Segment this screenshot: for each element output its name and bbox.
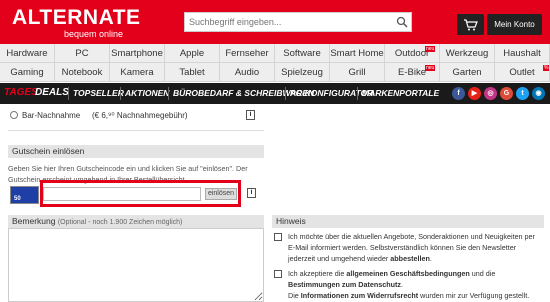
deals-separator: [357, 87, 358, 100]
deals-link-3[interactable]: PC-KONFIGURATOR: [290, 88, 373, 98]
deals-link-0[interactable]: TOPSELLER: [73, 88, 124, 98]
newsletter-text-post: .: [429, 254, 432, 263]
deals-bar: TAGES DEALS TOPSELLER AKTIONEN BÜROBEDARF …: [0, 83, 550, 104]
nav-item-kamera[interactable]: Kamera: [110, 63, 165, 82]
instagram-icon[interactable]: ◎: [484, 87, 497, 100]
deals-separator: [168, 87, 169, 100]
alternate-logo[interactable]: ALTERNATE: [12, 6, 141, 30]
nav-item-fernseher[interactable]: Fernseher: [220, 44, 275, 63]
youtube-icon[interactable]: ▶: [468, 87, 481, 100]
search-input[interactable]: [185, 13, 390, 31]
withdrawal-link[interactable]: Informationen zum Widerrufsrecht: [301, 291, 418, 300]
nav-item-gaming[interactable]: Gaming: [0, 63, 55, 82]
badge-new: neu: [425, 65, 436, 71]
account-button[interactable]: Mein Konto: [487, 14, 542, 35]
nav-item-software[interactable]: Software: [275, 44, 330, 63]
search-icon[interactable]: [396, 16, 408, 28]
deals-link-4[interactable]: MARKENPORTALE: [362, 88, 439, 98]
divider: [8, 130, 264, 131]
agb-link[interactable]: allgemeinen Geschäftsbedingungen: [346, 269, 469, 278]
deals-separator: [120, 87, 121, 100]
nav-item-smart-home[interactable]: Smart Home: [330, 44, 385, 63]
site-header: ALTERNATE bequem online Mein Konto: [0, 0, 550, 44]
search-box: [184, 12, 412, 32]
tagesdeals-deals[interactable]: DEALS: [35, 87, 69, 98]
voucher-card-value: 50: [14, 196, 21, 202]
nav-item-pc[interactable]: PC: [55, 44, 110, 63]
payment-radio[interactable]: [10, 111, 18, 119]
nav-item-hardware[interactable]: Hardware: [0, 44, 55, 63]
nav-item-spielzeug[interactable]: Spielzeug: [275, 63, 330, 82]
withdrawal-text-pre: Die: [288, 291, 301, 300]
voucher-info-icon[interactable]: i: [247, 188, 256, 198]
newsletter-text: Ich möchte über die aktuellen Angebote, …: [288, 231, 544, 264]
nav-item-grill[interactable]: Grill: [330, 63, 385, 82]
terms-text: Ich akzeptiere die allgemeinen Geschäfts…: [288, 268, 544, 301]
payment-fee: (€ 6,⁹⁰ Nachnahmegebühr): [92, 111, 188, 120]
terms-text-mid: und die: [469, 269, 496, 278]
remark-heading: Bemerkung (Optional - noch 1.900 Zeichen…: [8, 215, 264, 228]
nav-item-apple[interactable]: Apple: [165, 44, 220, 63]
voucher-heading: Gutschein einlösen: [8, 145, 264, 158]
social-icon[interactable]: ◉: [532, 87, 545, 100]
deals-link-1[interactable]: AKTIONEN: [125, 88, 169, 98]
badge-new: neu: [425, 46, 436, 52]
info-icon[interactable]: i: [246, 110, 255, 120]
nav-item-audio[interactable]: Audio: [220, 63, 275, 82]
deals-separator: [285, 87, 286, 100]
remark-hint: (Optional - noch 1.900 Zeichen möglich): [57, 219, 183, 226]
terms-option: Ich akzeptiere die allgemeinen Geschäfts…: [274, 268, 544, 302]
nav-item-tablet[interactable]: Tablet: [165, 63, 220, 82]
tagline: bequem online: [64, 29, 124, 39]
remark-title: Bemerkung: [12, 216, 56, 226]
cart-button[interactable]: [457, 14, 484, 35]
voucher-card-icon: 50: [10, 186, 39, 204]
deals-separator: [68, 87, 69, 100]
newsletter-checkbox[interactable]: [274, 233, 282, 241]
nav-item-smartphone[interactable]: Smartphone: [110, 44, 165, 63]
privacy-link[interactable]: Bestimmungen zum Datenschutz: [288, 280, 401, 289]
nav-item-haushalt[interactable]: Haushalt: [495, 44, 550, 63]
notice-heading: Hinweis: [272, 215, 544, 228]
tagesdeals-tages[interactable]: TAGES: [4, 87, 38, 98]
highlight-box: [40, 180, 241, 207]
newsletter-option: Ich möchte über die aktuellen Angebote, …: [274, 231, 544, 265]
category-nav: Hardware PC Smartphone Apple Fernseher Softwa…: [0, 44, 550, 82]
twitter-icon[interactable]: t: [516, 87, 529, 100]
payment-option-nachnahme[interactable]: Bar-Nachnahme (€ 6,⁹⁰ Nachnahmegebühr) i: [8, 108, 264, 125]
remark-textarea[interactable]: [8, 228, 264, 302]
withdrawal-text-post: wurden mir zur Verfügung gestellt.: [418, 291, 530, 300]
facebook-icon[interactable]: f: [452, 87, 465, 100]
nav-item-outlet[interactable]: Outlet: [495, 63, 550, 82]
terms-checkbox[interactable]: [274, 270, 282, 278]
cart-icon: [464, 19, 478, 31]
google-plus-icon[interactable]: G: [500, 87, 513, 100]
nav-item-garten[interactable]: Garten: [440, 63, 495, 82]
payment-label: Bar-Nachnahme: [22, 111, 81, 120]
nav-item-notebook[interactable]: Notebook: [55, 63, 110, 82]
terms-text-pre: Ich akzeptiere die: [288, 269, 347, 278]
terms-text-post: .: [401, 280, 404, 289]
badge-sale: %: [543, 65, 550, 71]
nav-item-werkzeug[interactable]: Werkzeug: [440, 44, 495, 63]
unsubscribe-link[interactable]: abbestellen: [390, 254, 430, 263]
